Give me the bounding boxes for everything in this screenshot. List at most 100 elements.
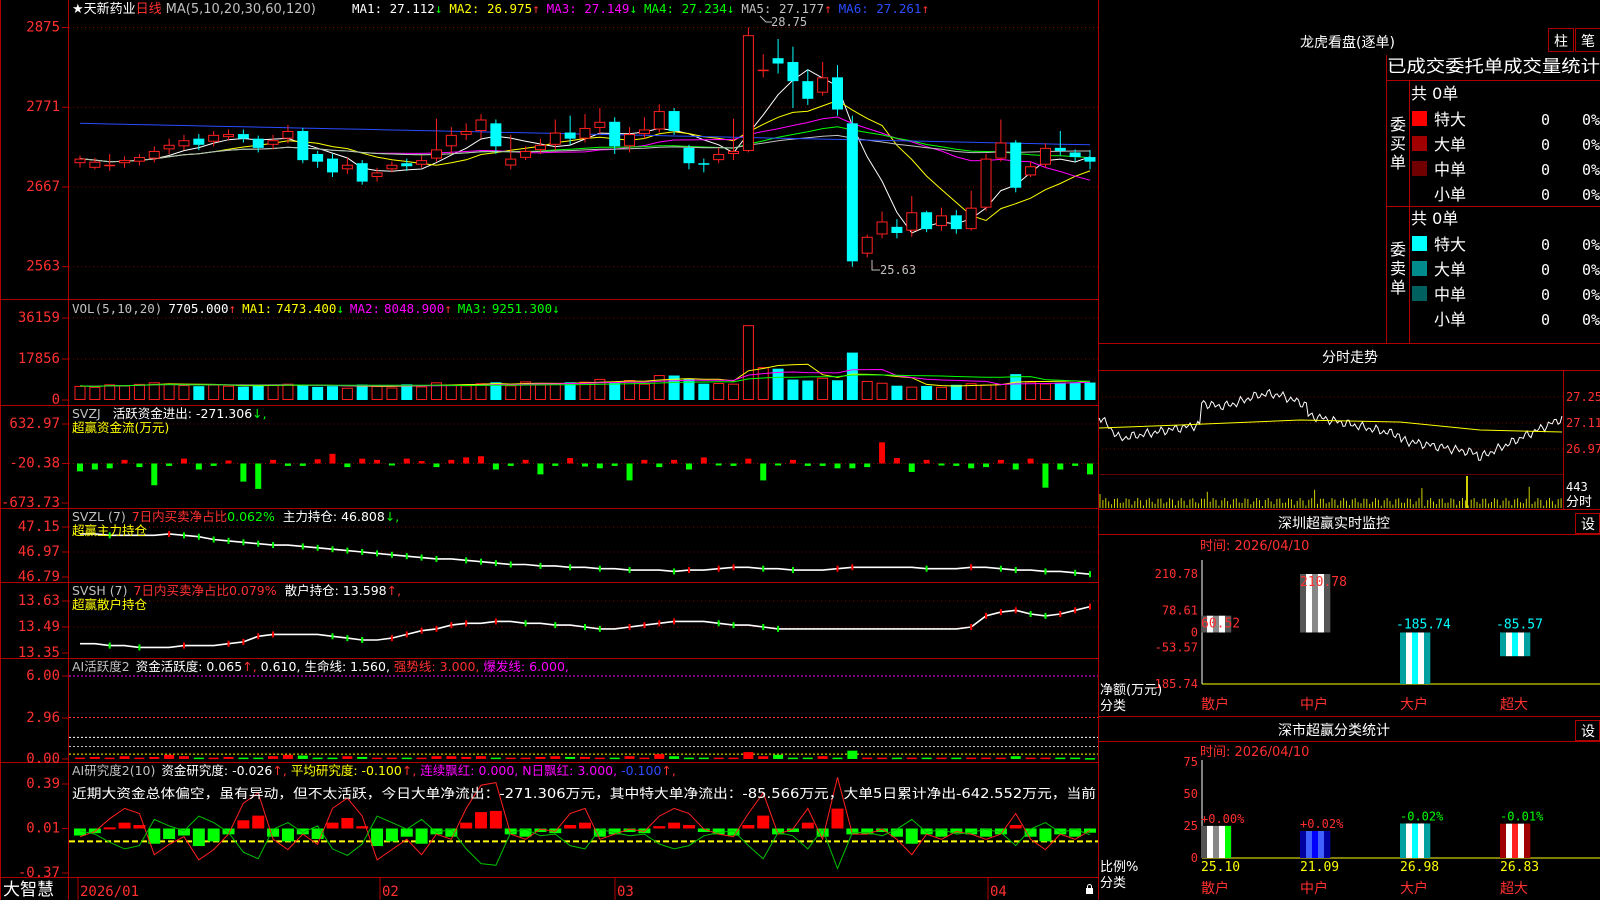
- lhb-tick-button[interactable]: 笔: [1575, 28, 1600, 52]
- vol-bar: [193, 386, 205, 400]
- lhb-sell-row-name: 中单: [1434, 285, 1466, 304]
- ai1-bar: [906, 757, 917, 760]
- candle: [1084, 150, 1096, 170]
- low-label: 25.63: [880, 263, 916, 277]
- svzj-bar: [1027, 458, 1034, 464]
- svzj-bar: [923, 459, 930, 464]
- svzl-legend: SVZL (7) 7日内买卖净占比0.062% 主力持仓: 46.808↓,: [72, 509, 399, 524]
- ai1-bar: [312, 757, 323, 760]
- candle: [119, 156, 131, 168]
- y-tick-label: 13.35: [18, 645, 60, 661]
- high-label: 28.75: [771, 15, 807, 29]
- ai1-bar: [401, 757, 412, 760]
- svzj-bar: [864, 463, 871, 468]
- ma-legend-arrow: ↓: [435, 1, 443, 16]
- vol-bar: [921, 385, 933, 400]
- lhb-sell-swatch: [1412, 236, 1427, 251]
- ai1-bar: [639, 757, 650, 760]
- candle-body: [341, 164, 353, 170]
- svzj-title: SVZJ: [72, 406, 101, 421]
- ma-lines: [79, 69, 1091, 234]
- vol-ma2-arrow: ↑: [444, 301, 452, 316]
- candle: [401, 158, 413, 171]
- candle: [193, 134, 205, 151]
- candle: [980, 154, 992, 211]
- ma-legend-item: MA5: 27.177: [741, 1, 824, 16]
- vol-legend: VOL(5,10,20) 7705.000↑ MA1: 7473.400↓ MA2: 80…: [72, 301, 560, 316]
- ai1-bar: [416, 757, 427, 760]
- main-y-axis: 2875 2771 2667 2563: [26, 20, 68, 275]
- candle-body: [817, 77, 829, 93]
- lhb-buy-row-name: 大单: [1434, 135, 1466, 154]
- ai2-bar: [163, 828, 176, 840]
- candle-body: [252, 138, 264, 148]
- y-tick-label: 0.01: [26, 821, 60, 837]
- vol-bar: [119, 385, 131, 401]
- svzj-bar: [789, 459, 796, 464]
- svzj-bar: [210, 463, 217, 466]
- ai2-bar: [653, 826, 666, 829]
- candle-body: [876, 221, 888, 235]
- sz-class-settings-button[interactable]: 设: [1575, 720, 1600, 741]
- svzj-bar: [121, 459, 128, 464]
- lhb-sell-side-char: 单: [1390, 278, 1406, 297]
- vol-title: VOL(5,10,20): [72, 301, 162, 316]
- ai1-value2: 0.610,: [261, 659, 301, 674]
- fenshi-y-label: 27.11: [1566, 416, 1600, 430]
- lhb-bar-button[interactable]: 柱: [1548, 28, 1574, 52]
- candle-body: [609, 121, 621, 147]
- ai1-life-value: 1.560,: [350, 659, 390, 674]
- lock-icon[interactable]: [1086, 884, 1093, 895]
- sz-monitor-y-label: 0: [1191, 625, 1198, 639]
- candle: [772, 39, 784, 74]
- svzj-bar: [151, 463, 158, 486]
- y-tick-label: 46.79: [18, 569, 60, 585]
- sz-monitor-settings-button[interactable]: 设: [1575, 513, 1600, 534]
- candle-body: [416, 160, 428, 165]
- vol-bar: [460, 385, 472, 401]
- sz-monitor-cat-label: 中户: [1300, 696, 1328, 713]
- zlLine-series: [80, 533, 1091, 575]
- candle: [653, 104, 665, 133]
- lhb-buy-row-name: 中单: [1434, 160, 1466, 179]
- candle-body: [624, 134, 636, 147]
- svzj-bar: [596, 463, 603, 469]
- ma-legend-arrow: ↑: [921, 1, 929, 16]
- ai1-bar: [713, 757, 724, 760]
- vol-bar: [653, 375, 665, 401]
- ai2-bar: [207, 828, 220, 842]
- candle-body: [445, 134, 457, 147]
- sz-class-title: 深市超赢分类统计: [1278, 722, 1390, 739]
- candle-body: [638, 129, 650, 135]
- ai1-value: 0.065: [206, 659, 242, 674]
- ai1-bar: [728, 757, 739, 760]
- candle: [594, 108, 606, 135]
- ai1-bar: [624, 756, 635, 759]
- svzj-label: 活跃资金进出:: [113, 406, 192, 421]
- svzj-bar: [641, 459, 648, 464]
- sz-monitor-bar: [1506, 632, 1513, 657]
- ai2-bar: [341, 817, 354, 829]
- candle-body: [698, 163, 710, 165]
- vol-bar: [237, 386, 249, 400]
- ai1-bar: [951, 757, 962, 760]
- vol-bar: [505, 385, 517, 401]
- svzl-ratio-label: 7日内买卖净占比: [132, 509, 227, 524]
- ai1-bar: [223, 756, 234, 759]
- svzj-value: -271.306: [196, 406, 252, 421]
- sz-monitor-bar: [1418, 632, 1425, 684]
- ai1-bar: [1040, 757, 1051, 760]
- candle-body: [668, 111, 680, 131]
- ma-legend-item: MA4: 27.234: [644, 1, 727, 16]
- svzj-bar: [374, 459, 381, 464]
- sz-monitor-bar: [1406, 632, 1413, 684]
- candle-body: [327, 158, 338, 173]
- sz-monitor-date: 时间: 2026/04/10: [1200, 539, 1309, 554]
- lhb-buy-row-value: 0: [1541, 161, 1550, 179]
- sz-class-bar: [1400, 823, 1407, 858]
- candle-body: [728, 150, 740, 155]
- fenshi-avg-line: [1098, 419, 1563, 433]
- candle-body: [891, 226, 903, 233]
- svzj-legend: SVZJ 活跃资金进出: -271.306↓,: [72, 406, 267, 421]
- candle-body: [906, 212, 918, 231]
